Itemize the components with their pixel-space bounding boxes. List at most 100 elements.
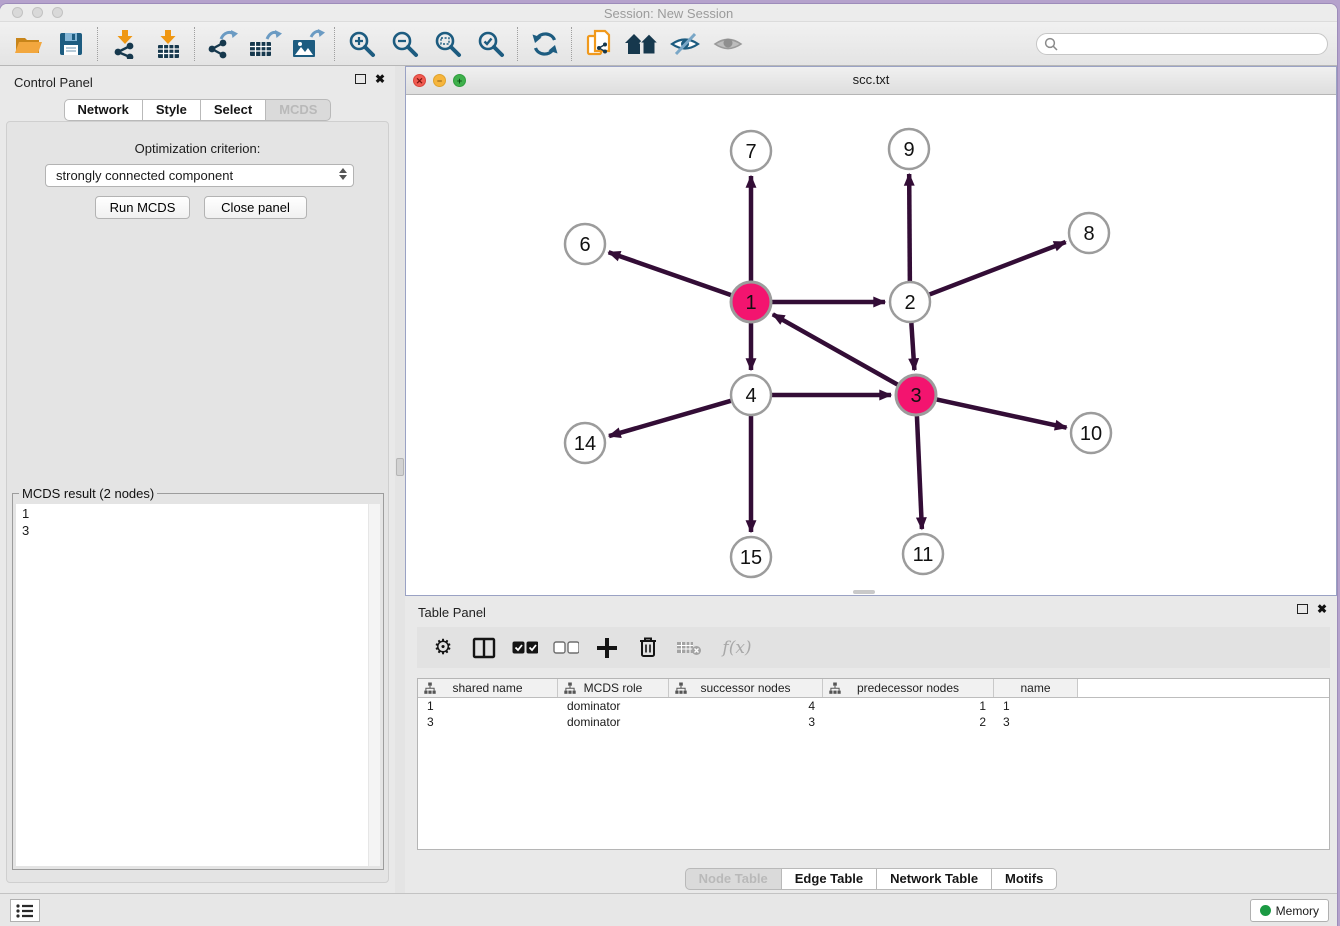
criterion-select[interactable]: strongly connected component xyxy=(45,164,354,187)
edge-2-9[interactable] xyxy=(909,174,910,281)
node-15[interactable]: 15 xyxy=(731,537,771,577)
zoom-in-icon[interactable] xyxy=(340,25,383,63)
tab-mcds[interactable]: MCDS xyxy=(266,99,331,121)
edge-2-3[interactable] xyxy=(911,323,914,370)
cell-name[interactable]: 1 xyxy=(994,698,1078,714)
edge-3-1[interactable] xyxy=(773,314,898,384)
cell-predecessor-nodes[interactable]: 2 xyxy=(823,714,994,730)
refresh-icon[interactable] xyxy=(523,25,566,63)
select-all-checkboxes-icon[interactable] xyxy=(512,635,538,661)
cell-MCDS-role[interactable]: dominator xyxy=(558,698,669,714)
zoom-selected-icon[interactable] xyxy=(469,25,512,63)
column-header-name[interactable]: name xyxy=(994,679,1078,697)
save-session-icon[interactable] xyxy=(49,25,92,63)
column-header-shared-name[interactable]: shared name xyxy=(418,679,558,697)
node-14[interactable]: 14 xyxy=(565,423,605,463)
column-header-MCDS-role[interactable]: MCDS role xyxy=(558,679,669,697)
new-network-from-selection-icon[interactable] xyxy=(577,25,620,63)
table-body: 1dominator4113dominator323 xyxy=(418,698,1329,730)
task-history-button[interactable] xyxy=(10,899,40,922)
import-table-icon[interactable] xyxy=(146,25,189,63)
node-11[interactable]: 11 xyxy=(903,534,943,574)
cell-shared-name[interactable]: 1 xyxy=(418,698,558,714)
export-image-icon[interactable] xyxy=(286,25,329,63)
cell-successor-nodes[interactable]: 4 xyxy=(669,698,823,714)
control-panel-title: Control Panel xyxy=(14,75,93,90)
table-row[interactable]: 3dominator323 xyxy=(418,714,1329,730)
node-1[interactable]: 1 xyxy=(731,282,771,322)
close-table-panel-icon[interactable]: ✖ xyxy=(1317,604,1327,614)
tab-network-table[interactable]: Network Table xyxy=(877,868,992,890)
split-view-icon[interactable] xyxy=(471,635,497,661)
svg-text:4: 4 xyxy=(745,385,756,407)
node-7[interactable]: 7 xyxy=(731,131,771,171)
first-neighbors-icon[interactable] xyxy=(620,25,663,63)
splitter-grip-icon[interactable] xyxy=(396,458,404,476)
zoom-fit-icon[interactable] xyxy=(426,25,469,63)
node-4[interactable]: 4 xyxy=(731,375,771,415)
tab-style[interactable]: Style xyxy=(143,99,201,121)
memory-button[interactable]: Memory xyxy=(1250,899,1329,922)
edge-4-14[interactable] xyxy=(609,401,731,436)
add-column-icon[interactable] xyxy=(594,635,620,661)
tab-node-table[interactable]: Node Table xyxy=(685,868,782,890)
export-table-icon[interactable] xyxy=(243,25,286,63)
search-field[interactable] xyxy=(1036,33,1328,55)
mcds-result-text[interactable]: 1 3 xyxy=(16,504,380,866)
svg-text:7: 7 xyxy=(745,141,756,163)
panel-splitter[interactable] xyxy=(395,66,405,893)
node-6[interactable]: 6 xyxy=(565,224,605,264)
table-row[interactable]: 1dominator411 xyxy=(418,698,1329,714)
svg-text:2: 2 xyxy=(904,292,915,314)
run-mcds-button[interactable]: Run MCDS xyxy=(95,196,190,219)
control-panel-tabs: NetworkStyleSelectMCDS xyxy=(0,99,395,121)
toolbar-separator xyxy=(571,27,572,61)
delete-table-icon[interactable] xyxy=(676,635,702,661)
node-table[interactable]: shared nameMCDS rolesuccessor nodesprede… xyxy=(417,678,1330,850)
float-table-panel-icon[interactable] xyxy=(1297,604,1308,614)
deselect-all-checkboxes-icon[interactable] xyxy=(553,635,579,661)
network-window-title: scc.txt xyxy=(406,72,1336,87)
tab-network[interactable]: Network xyxy=(64,99,143,121)
node-9[interactable]: 9 xyxy=(889,129,929,169)
cell-successor-nodes[interactable]: 3 xyxy=(669,714,823,730)
column-settings-icon[interactable]: ⚙ xyxy=(430,635,456,661)
edge-3-10[interactable] xyxy=(937,399,1067,427)
column-header-successor-nodes[interactable]: successor nodes xyxy=(669,679,823,697)
cell-shared-name[interactable]: 3 xyxy=(418,714,558,730)
delete-columns-icon[interactable] xyxy=(635,635,661,661)
node-10[interactable]: 10 xyxy=(1071,413,1111,453)
edge-2-8[interactable] xyxy=(930,242,1066,294)
zoom-out-icon[interactable] xyxy=(383,25,426,63)
close-panel-icon[interactable]: ✖ xyxy=(375,74,385,84)
network-canvas[interactable]: 7 9 6 8 1 2 4 3 14 10 15 11 xyxy=(406,95,1336,596)
show-all-icon[interactable] xyxy=(706,25,749,63)
node-3[interactable]: 3 xyxy=(896,375,936,415)
edge-3-11[interactable] xyxy=(917,416,922,529)
search-input[interactable] xyxy=(1062,37,1327,51)
cell-MCDS-role[interactable]: dominator xyxy=(558,714,669,730)
tab-select[interactable]: Select xyxy=(201,99,266,121)
close-panel-button[interactable]: Close panel xyxy=(204,196,307,219)
function-builder-icon[interactable]: f(x) xyxy=(717,635,757,661)
column-header-predecessor-nodes[interactable]: predecessor nodes xyxy=(823,679,994,697)
import-network-icon[interactable] xyxy=(103,25,146,63)
cell-predecessor-nodes[interactable]: 1 xyxy=(823,698,994,714)
result-scrollbar[interactable] xyxy=(368,504,380,866)
status-bar: Memory xyxy=(0,893,1337,926)
svg-text:6: 6 xyxy=(579,234,590,256)
network-hscroll-handle[interactable] xyxy=(853,590,875,594)
open-session-icon[interactable] xyxy=(6,25,49,63)
cell-name[interactable]: 3 xyxy=(994,714,1078,730)
column-namespace-icon xyxy=(424,682,436,695)
float-panel-icon[interactable] xyxy=(355,74,366,84)
window-titlebar: Session: New Session xyxy=(0,4,1337,22)
tab-edge-table[interactable]: Edge Table xyxy=(782,868,877,890)
edge-1-6[interactable] xyxy=(609,252,732,295)
node-8[interactable]: 8 xyxy=(1069,213,1109,253)
table-header-row: shared nameMCDS rolesuccessor nodesprede… xyxy=(418,679,1329,698)
hide-selected-icon[interactable] xyxy=(663,25,706,63)
export-network-icon[interactable] xyxy=(200,25,243,63)
tab-motifs[interactable]: Motifs xyxy=(992,868,1057,890)
node-2[interactable]: 2 xyxy=(890,282,930,322)
